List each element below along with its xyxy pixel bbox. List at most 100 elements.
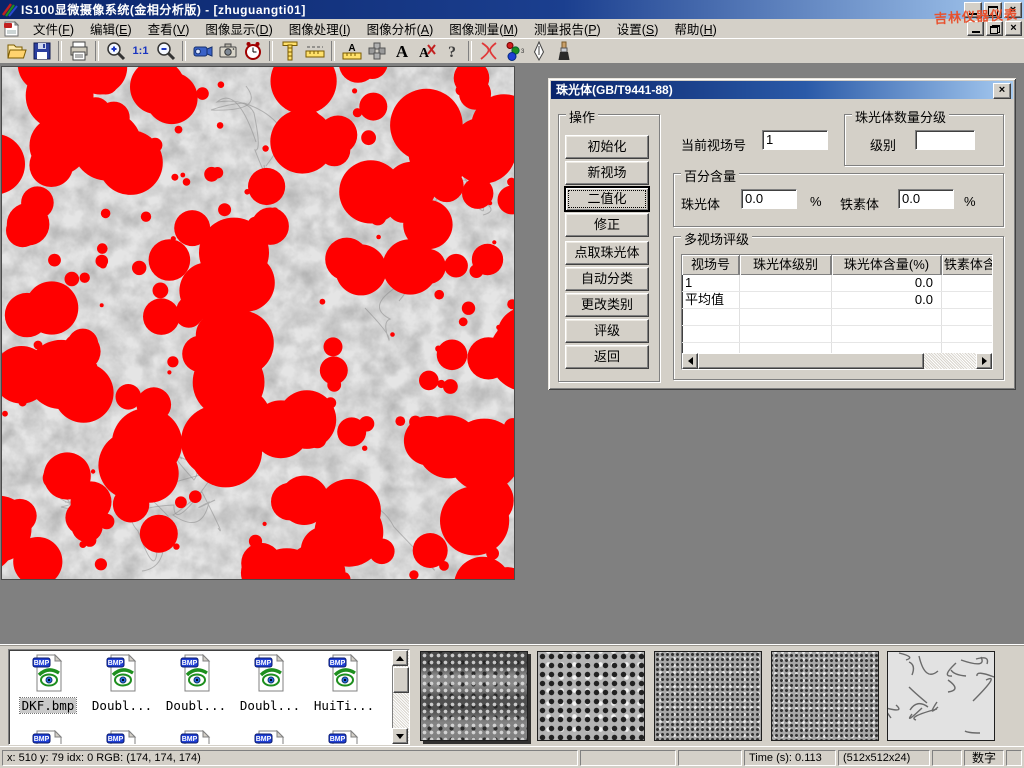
curve-icon[interactable] [476, 39, 501, 63]
table-header-3[interactable]: 珠光体含量(%) [832, 255, 942, 275]
measure-text-icon[interactable]: A [339, 39, 364, 63]
micrograph-thumbnail-4[interactable] [771, 651, 879, 741]
micrograph-thumbnail-2[interactable] [537, 651, 645, 741]
timer-icon[interactable] [240, 39, 265, 63]
file-name: HuiTi... [312, 698, 376, 713]
grade-input[interactable] [915, 130, 975, 150]
micrograph-thumbnail-3[interactable] [654, 651, 762, 741]
file-item-1[interactable]: BMPDKF.bmp [11, 654, 85, 715]
file-item-partial[interactable]: BMP [233, 730, 307, 745]
file-item-4[interactable]: BMP Doubl... [233, 654, 307, 715]
menu-item-view[interactable]: 查看(V) [140, 17, 198, 40]
op-button-9[interactable]: 返回 [565, 345, 649, 369]
merge-icon[interactable] [364, 39, 389, 63]
status-image-size: (512x512x24) [838, 750, 930, 766]
table-row-4[interactable] [682, 326, 992, 343]
table-row-1[interactable]: 10.0 [682, 275, 992, 292]
file-item-partial[interactable]: BMP [85, 730, 159, 745]
caliper-icon[interactable] [277, 39, 302, 63]
file-item-5[interactable]: BMPHuiTi... [307, 654, 381, 715]
close-button[interactable]: × [1004, 2, 1022, 18]
menu-items: 文件(F)编辑(E)查看(V)图像显示(D)图像处理(I)图像分析(A)图像测量… [25, 17, 725, 40]
op-button-5[interactable]: 点取珠光体 [565, 241, 649, 265]
zoom-out-icon[interactable] [153, 39, 178, 63]
scroll-right-button[interactable] [976, 353, 992, 369]
svg-text:BMP: BMP [256, 736, 272, 743]
scroll-up-button[interactable] [392, 650, 408, 666]
menu-item-measure-report[interactable]: 测量报告(P) [526, 17, 609, 40]
op-button-6[interactable]: 自动分类 [565, 267, 649, 291]
capture-icon[interactable] [215, 39, 240, 63]
menu-item-image-analysis[interactable]: 图像分析(A) [359, 17, 442, 40]
print-icon[interactable] [66, 39, 91, 63]
status-mode: 数字 [964, 750, 1004, 766]
mdi-close-button[interactable]: × [1005, 21, 1022, 36]
pearlite-percent-input[interactable]: 0.0 [741, 189, 797, 209]
table-header-1[interactable]: 视场号 [682, 255, 740, 275]
file-name: Doubl... [238, 698, 302, 713]
text-icon[interactable]: A [389, 39, 414, 63]
menu-item-image-measure[interactable]: 图像测量(M) [441, 17, 526, 40]
op-button-2[interactable]: 新视场 [565, 161, 649, 185]
actual-size-icon[interactable]: 1:1 [128, 39, 153, 63]
micrograph-thumbnail-1[interactable] [420, 651, 528, 741]
menu-item-edit[interactable]: 编辑(E) [82, 17, 140, 40]
micrograph-image[interactable] [1, 66, 515, 580]
minimize-button[interactable] [964, 2, 982, 18]
toolbar-separator [182, 41, 186, 61]
percent-group-label: 百分含量 [681, 166, 739, 185]
open-file-icon[interactable] [4, 39, 29, 63]
table-cell: 0.0 [832, 275, 942, 291]
svg-text:3: 3 [521, 49, 525, 55]
table-cell [682, 326, 740, 342]
app-window: IS100显微摄像系统(金相分析版) - [zhuguangti01] × 文件… [0, 0, 1024, 768]
table-row-3[interactable] [682, 309, 992, 326]
op-button-3[interactable]: 二值化 [565, 187, 649, 211]
mdi-restore-button[interactable] [986, 21, 1003, 36]
bmp-file-icon: BMP [253, 679, 287, 696]
scroll-left-button[interactable] [682, 353, 698, 369]
menu-item-help[interactable]: 帮助(H) [666, 17, 724, 40]
file-item-partial[interactable]: BMP [11, 730, 85, 745]
brush-icon[interactable] [551, 39, 576, 63]
micrograph-thumbnail-5[interactable] [887, 651, 995, 741]
table-cell [740, 326, 832, 342]
mdi-minimize-button[interactable] [967, 21, 984, 36]
particles-icon[interactable]: 3 [501, 39, 526, 63]
op-button-1[interactable]: 初始化 [565, 135, 649, 159]
menu-item-settings[interactable]: 设置(S) [609, 17, 667, 40]
v-scrollbar-thumb[interactable] [393, 667, 409, 693]
file-item-2[interactable]: BMPDoubl... [85, 654, 159, 715]
scroll-down-button[interactable] [392, 728, 408, 744]
menu-item-image-process[interactable]: 图像处理(I) [281, 17, 359, 40]
save-icon[interactable] [29, 39, 54, 63]
table-header-2[interactable]: 珠光体级别 [740, 255, 832, 275]
ruler-icon[interactable] [302, 39, 327, 63]
zoom-in-icon[interactable] [103, 39, 128, 63]
table-row-2[interactable]: 平均值0.0 [682, 292, 992, 309]
video-camera-icon[interactable] [190, 39, 215, 63]
op-button-7[interactable]: 更改类别 [565, 293, 649, 317]
file-item-3[interactable]: BMPDoubl... [159, 654, 233, 715]
menu-item-file[interactable]: 文件(F) [25, 17, 82, 40]
annotate-icon[interactable]: A [414, 39, 439, 63]
help-icon[interactable]: ? [439, 39, 464, 63]
file-item-partial[interactable]: BMP [159, 730, 233, 745]
table-cell [740, 292, 832, 308]
document-icon[interactable] [3, 21, 21, 37]
file-item-partial[interactable]: BMP [307, 730, 381, 745]
file-list-scrollbar[interactable] [392, 650, 409, 744]
workspace: 珠光体(GB/T9441-88) × 操作 当前视场号 1 珠光体数量分级 级别… [0, 64, 1024, 644]
menu-item-image-display[interactable]: 图像显示(D) [197, 17, 280, 40]
dialog-close-button[interactable]: × [993, 83, 1011, 99]
pen-icon[interactable] [526, 39, 551, 63]
table-header-4[interactable]: 铁素体含量(%) [942, 255, 993, 275]
op-button-8[interactable]: 评级 [565, 319, 649, 343]
h-scrollbar-thumb[interactable] [698, 353, 924, 369]
dialog-title-bar[interactable]: 珠光体(GB/T9441-88) × [551, 81, 1013, 99]
maximize-button[interactable] [984, 2, 1002, 18]
table-h-scrollbar[interactable] [682, 353, 992, 369]
current-field-input[interactable]: 1 [762, 130, 828, 150]
ferrite-percent-input[interactable]: 0.0 [898, 189, 954, 209]
op-button-4[interactable]: 修正 [565, 213, 649, 237]
